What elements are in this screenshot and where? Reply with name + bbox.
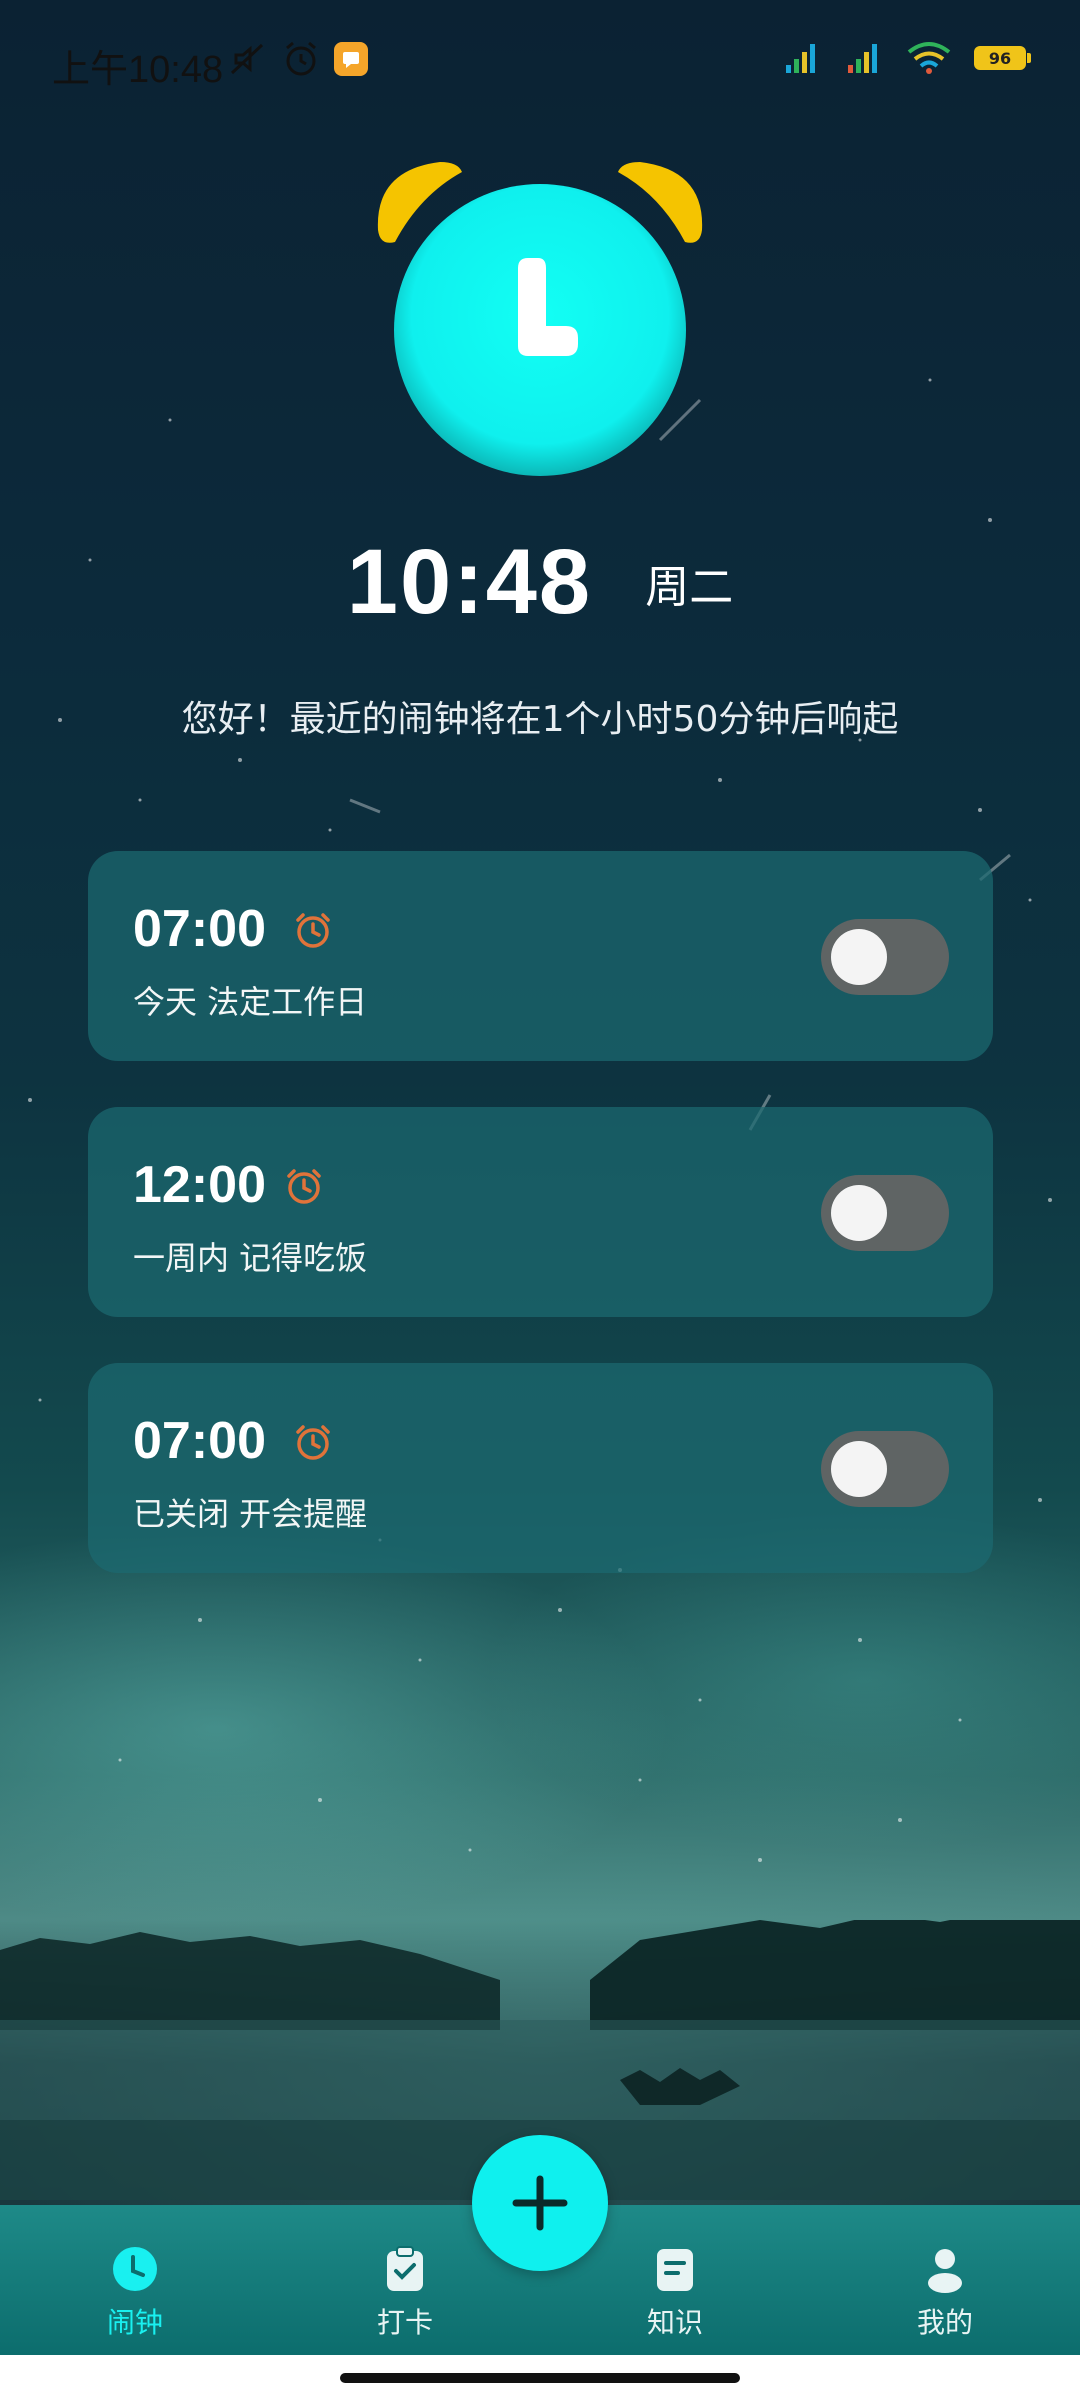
signal-icon-1 bbox=[782, 41, 822, 75]
current-time-display: 10:48 周二 bbox=[0, 530, 1080, 635]
alarm-clock-icon bbox=[293, 1423, 333, 1463]
alarm-clock-icon bbox=[293, 911, 333, 951]
toggle-knob bbox=[831, 1441, 887, 1497]
alarm-time: 07:00 bbox=[133, 1411, 266, 1471]
alarm-clock-icon bbox=[284, 1167, 324, 1207]
nav-item-knowledge[interactable]: 知识 bbox=[615, 2245, 735, 2341]
status-bar: 上午10:48 96 bbox=[0, 0, 1080, 120]
current-time: 10:48 bbox=[347, 530, 592, 635]
nav-label: 我的 bbox=[885, 2301, 1005, 2341]
toggle-knob bbox=[831, 1185, 887, 1241]
next-alarm-greeting: 您好！最近的闹钟将在1个小时50分钟后响起 bbox=[0, 690, 1080, 742]
nav-item-alarm[interactable]: 闹钟 bbox=[75, 2245, 195, 2341]
alarm-card[interactable]: 07:00 今天 法定工作日 bbox=[88, 851, 993, 1061]
signal-icon-2 bbox=[844, 41, 884, 75]
alarm-list: 07:00 今天 法定工作日 12:00 一周内 记得吃饭 07:00 已关闭 … bbox=[88, 851, 993, 1619]
alarm-card[interactable]: 12:00 一周内 记得吃饭 bbox=[88, 1107, 993, 1317]
battery-icon: 96 bbox=[974, 46, 1026, 70]
alarm-time: 07:00 bbox=[133, 899, 266, 959]
nav-label: 闹钟 bbox=[75, 2301, 195, 2341]
alarm-toggle[interactable] bbox=[821, 1175, 949, 1251]
mute-icon bbox=[228, 41, 268, 77]
toggle-knob bbox=[831, 929, 887, 985]
user-icon bbox=[921, 2245, 969, 2293]
nav-item-me[interactable]: 我的 bbox=[885, 2245, 1005, 2341]
wifi-icon bbox=[906, 40, 952, 76]
plus-icon bbox=[510, 2173, 570, 2233]
alarm-description: 今天 法定工作日 bbox=[133, 977, 367, 1023]
nav-label: 打卡 bbox=[345, 2301, 465, 2341]
clipboard-check-icon bbox=[381, 2245, 429, 2293]
clock-icon bbox=[111, 2245, 159, 2293]
alarm-toggle[interactable] bbox=[821, 919, 949, 995]
home-indicator[interactable] bbox=[340, 2373, 740, 2383]
gesture-bar bbox=[0, 2355, 1080, 2400]
nav-label: 知识 bbox=[615, 2301, 735, 2341]
alarm-icon bbox=[282, 40, 320, 78]
alarm-toggle[interactable] bbox=[821, 1431, 949, 1507]
alarm-time: 12:00 bbox=[133, 1155, 266, 1215]
message-notification-icon bbox=[334, 42, 368, 76]
alarm-card[interactable]: 07:00 已关闭 开会提醒 bbox=[88, 1363, 993, 1573]
alarm-description: 已关闭 开会提醒 bbox=[133, 1489, 367, 1535]
alarm-clock-logo-icon bbox=[370, 150, 710, 490]
battery-level: 96 bbox=[989, 49, 1011, 68]
nav-item-checkin[interactable]: 打卡 bbox=[345, 2245, 465, 2341]
alarm-description: 一周内 记得吃饭 bbox=[133, 1233, 367, 1279]
book-icon bbox=[651, 2245, 699, 2293]
current-weekday: 周二 bbox=[645, 551, 733, 615]
add-alarm-button[interactable] bbox=[472, 2135, 608, 2271]
status-time: 上午10:48 bbox=[52, 38, 223, 93]
